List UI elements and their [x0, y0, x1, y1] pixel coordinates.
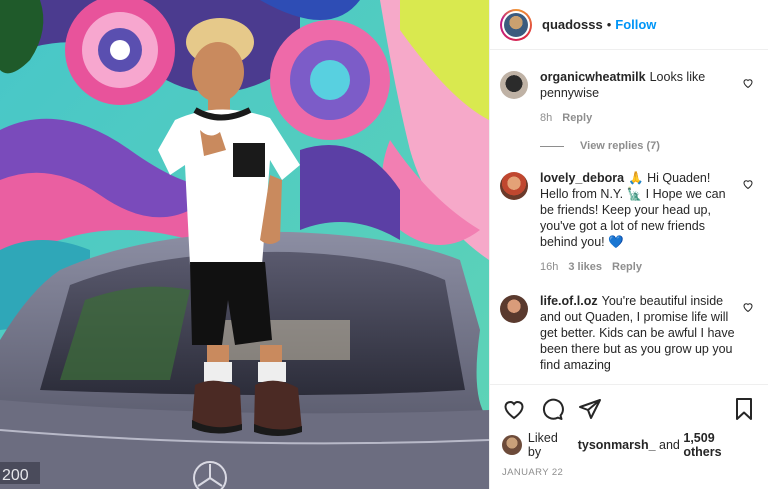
comment-item: life.of.l.oz You're beautiful inside and …	[500, 293, 758, 373]
view-replies-line	[540, 145, 564, 147]
commenter-avatar[interactable]	[500, 172, 528, 200]
post-actions: Liked by tysonmarsh_ and 1,509 others JA…	[490, 384, 768, 478]
heart-icon[interactable]	[742, 301, 754, 313]
car-plate-text: 200	[2, 467, 29, 484]
author-avatar[interactable]	[500, 8, 532, 41]
likes-prefix: Liked by	[527, 431, 558, 459]
likes-summary: Liked by tysonmarsh_ and 1,509 others	[502, 431, 756, 459]
bookmark-icon[interactable]	[732, 397, 756, 421]
reply-button[interactable]: Reply	[562, 110, 592, 126]
likes-middle: and	[659, 438, 680, 452]
comment-icon[interactable]	[540, 397, 564, 421]
likes-count[interactable]: 1,509 others	[683, 431, 756, 459]
post-date[interactable]: JANUARY 22	[502, 467, 756, 478]
view-replies-button[interactable]: View replies (7)	[540, 140, 758, 152]
comments-list[interactable]: organicwheatmilk Looks like pennywise 8h …	[490, 51, 768, 384]
comment-username[interactable]: lovely_debora	[540, 171, 624, 185]
post-side-panel: quadosss • Follow organicwheatmilk Looks …	[489, 0, 768, 489]
liker-username[interactable]: tysonmarsh_	[578, 438, 656, 452]
share-icon[interactable]	[578, 397, 602, 421]
commenter-avatar[interactable]	[500, 71, 528, 99]
comment-username[interactable]: life.of.l.oz	[540, 294, 598, 308]
comment-time[interactable]: 16h	[540, 259, 558, 275]
comment-item: lovely_debora 🙏 Hi Quaden! Hello from N.Y…	[500, 170, 758, 275]
liker-avatar[interactable]	[502, 435, 522, 455]
reply-button[interactable]: Reply	[612, 259, 642, 275]
heart-icon[interactable]	[502, 397, 526, 421]
heart-icon[interactable]	[742, 77, 754, 89]
post-photo[interactable]: 200	[0, 0, 489, 489]
comment-likes[interactable]: 3 likes	[568, 259, 602, 275]
photo-illustration: 200	[0, 0, 489, 489]
follow-button[interactable]: Follow	[615, 17, 656, 32]
blue-heart-emoji: 💙	[608, 235, 624, 249]
comment-username[interactable]: organicwheatmilk	[540, 70, 646, 84]
view-replies-label: View replies (7)	[580, 140, 660, 152]
action-icons	[502, 391, 756, 427]
header-separator: •	[606, 17, 612, 32]
comment-item: organicwheatmilk Looks like pennywise 8h …	[500, 69, 758, 126]
heart-icon[interactable]	[742, 178, 754, 190]
post-header: quadosss • Follow	[490, 0, 768, 50]
comment-time[interactable]: 8h	[540, 110, 552, 126]
commenter-avatar[interactable]	[500, 295, 528, 323]
author-username[interactable]: quadosss	[542, 17, 603, 32]
